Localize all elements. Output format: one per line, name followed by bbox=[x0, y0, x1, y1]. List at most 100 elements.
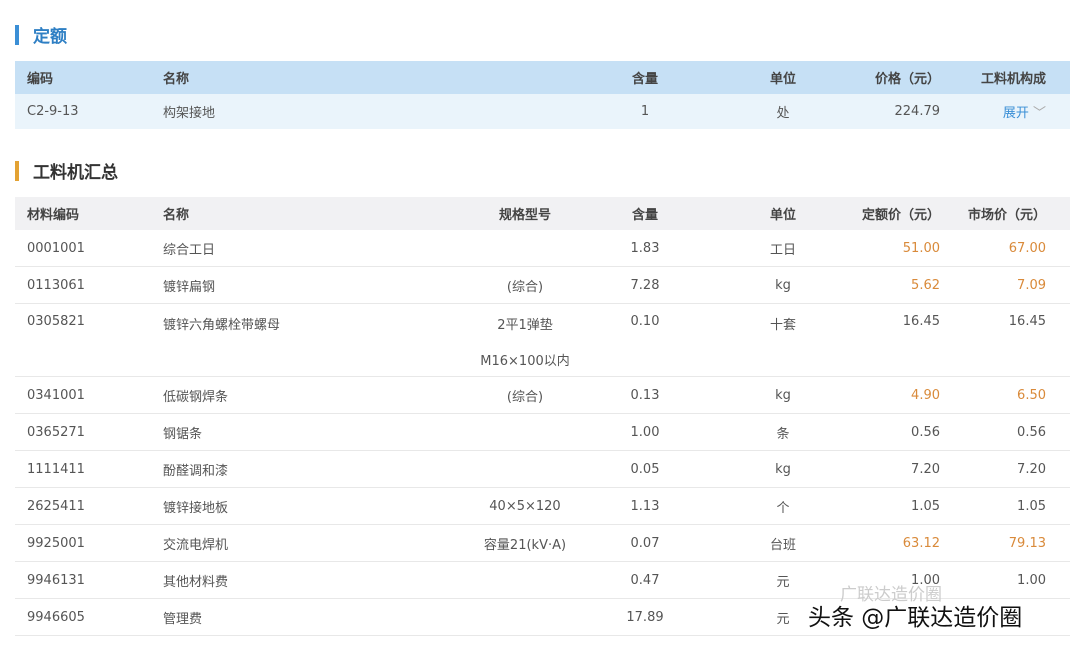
material-qty: 17.89 bbox=[615, 610, 675, 625]
quota-price: 4.90 bbox=[911, 388, 940, 403]
quota-header-row: 编码 名称 含量 单位 价格（元） 工料机构成 bbox=[15, 61, 1070, 94]
material-name: 镀锌六角螺栓带螺母 bbox=[163, 314, 280, 333]
header-name: 名称 bbox=[163, 68, 189, 87]
material-qty: 0.05 bbox=[615, 462, 675, 477]
header-unit: 单位 bbox=[753, 68, 813, 87]
material-code: 2625411 bbox=[27, 499, 85, 514]
header-price: 价格（元） bbox=[875, 68, 940, 87]
table-row: 0001001 综合工日 1.83 工日 51.00 67.00 bbox=[15, 230, 1070, 267]
quota-qty: 1 bbox=[615, 104, 675, 119]
material-code: 0365271 bbox=[27, 425, 85, 440]
material-name: 镀锌接地板 bbox=[163, 497, 228, 516]
quota-price: 7.20 bbox=[911, 462, 940, 477]
material-qty: 7.28 bbox=[615, 278, 675, 293]
quota-price: 5.62 bbox=[911, 278, 940, 293]
quota-price: 1.05 bbox=[911, 499, 940, 514]
material-qty: 1.83 bbox=[615, 241, 675, 256]
material-unit: 工日 bbox=[753, 239, 813, 258]
market-price: 0.56 bbox=[1017, 425, 1046, 440]
expand-label: 展开 bbox=[1003, 106, 1029, 121]
material-code: 9946131 bbox=[27, 573, 85, 588]
material-qty: 1.13 bbox=[615, 499, 675, 514]
material-name: 综合工日 bbox=[163, 239, 215, 258]
summary-table: 材料编码 名称 规格型号 含量 单位 定额价（元） 市场价（元） 0001001… bbox=[15, 197, 1070, 636]
quota-price: 0.56 bbox=[911, 425, 940, 440]
material-unit: kg bbox=[753, 462, 813, 477]
quota-section-title: 定额 bbox=[15, 22, 67, 47]
header-name: 名称 bbox=[163, 204, 189, 223]
market-price: 16.45 bbox=[1009, 314, 1046, 329]
material-spec: 容量21(kV·A) bbox=[435, 534, 615, 553]
summary-section-title: 工料机汇总 bbox=[15, 158, 118, 183]
summary-header-row: 材料编码 名称 规格型号 含量 单位 定额价（元） 市场价（元） bbox=[15, 197, 1070, 230]
material-code: 9946605 bbox=[27, 610, 85, 625]
material-name: 低碳钢焊条 bbox=[163, 386, 228, 405]
quota-price: 63.12 bbox=[903, 536, 940, 551]
material-code: 1111411 bbox=[27, 462, 85, 477]
material-spec: 2平1弹垫 bbox=[435, 314, 615, 333]
quota-table: 编码 名称 含量 单位 价格（元） 工料机构成 C2-9-13 构架接地 1 处… bbox=[15, 61, 1070, 129]
material-spec: (综合) bbox=[435, 276, 615, 295]
material-qty: 1.00 bbox=[615, 425, 675, 440]
chevron-down-icon: ﹀ bbox=[1033, 106, 1046, 121]
quota-price: 224.79 bbox=[895, 104, 941, 119]
material-unit: 元 bbox=[753, 571, 813, 590]
material-name: 管理费 bbox=[163, 608, 202, 627]
header-composition: 工料机构成 bbox=[981, 68, 1046, 87]
material-qty: 0.13 bbox=[615, 388, 675, 403]
material-unit: kg bbox=[753, 278, 813, 293]
table-row: 0305821 镀锌六角螺栓带螺母 2平1弹垫 M16×100以内 0.10 十… bbox=[15, 304, 1070, 377]
market-price: 6.50 bbox=[1017, 388, 1046, 403]
material-spec: 40×5×120 bbox=[435, 499, 615, 514]
expand-button[interactable]: 展开 ﹀ bbox=[1003, 102, 1046, 121]
material-code: 0305821 bbox=[27, 314, 85, 329]
material-name: 钢锯条 bbox=[163, 423, 202, 442]
quota-unit: 处 bbox=[753, 102, 813, 121]
material-unit: kg bbox=[753, 388, 813, 403]
material-code: 0341001 bbox=[27, 388, 85, 403]
material-code: 9925001 bbox=[27, 536, 85, 551]
quota-code: C2-9-13 bbox=[27, 104, 79, 119]
material-name: 酚醛调和漆 bbox=[163, 460, 228, 479]
material-qty: 0.07 bbox=[615, 536, 675, 551]
header-quota-price: 定额价（元） bbox=[862, 204, 940, 223]
market-price: 1.00 bbox=[1017, 573, 1046, 588]
material-qty: 0.10 bbox=[615, 314, 675, 329]
header-qty: 含量 bbox=[615, 68, 675, 87]
quota-name: 构架接地 bbox=[163, 102, 215, 121]
table-row: 0113061 镀锌扁钢 (综合) 7.28 kg 5.62 7.09 bbox=[15, 267, 1070, 304]
material-name: 其他材料费 bbox=[163, 571, 228, 590]
material-qty: 0.47 bbox=[615, 573, 675, 588]
material-unit: 台班 bbox=[753, 534, 813, 553]
material-spec-line2: M16×100以内 bbox=[435, 350, 615, 369]
quota-row: C2-9-13 构架接地 1 处 224.79 展开 ﹀ bbox=[15, 94, 1070, 129]
header-market-price: 市场价（元） bbox=[968, 204, 1046, 223]
material-unit: 十套 bbox=[753, 314, 813, 333]
material-name: 交流电焊机 bbox=[163, 534, 228, 553]
material-unit: 元 bbox=[753, 608, 813, 627]
watermark: 头条 @广联达造价圈 bbox=[808, 598, 1022, 632]
material-unit: 条 bbox=[753, 423, 813, 442]
table-row: 0341001 低碳钢焊条 (综合) 0.13 kg 4.90 6.50 bbox=[15, 377, 1070, 414]
material-code: 0113061 bbox=[27, 278, 85, 293]
header-code: 编码 bbox=[27, 68, 53, 87]
table-row: 0365271 钢锯条 1.00 条 0.56 0.56 bbox=[15, 414, 1070, 451]
material-spec: (综合) bbox=[435, 386, 615, 405]
market-price: 1.05 bbox=[1017, 499, 1046, 514]
header-material-code: 材料编码 bbox=[27, 204, 79, 223]
header-spec: 规格型号 bbox=[435, 204, 615, 223]
table-row: 9925001 交流电焊机 容量21(kV·A) 0.07 台班 63.12 7… bbox=[15, 525, 1070, 562]
material-unit: 个 bbox=[753, 497, 813, 516]
quota-price: 51.00 bbox=[903, 241, 940, 256]
material-name: 镀锌扁钢 bbox=[163, 276, 215, 295]
market-price: 79.13 bbox=[1009, 536, 1046, 551]
market-price: 67.00 bbox=[1009, 241, 1046, 256]
table-row: 1111411 酚醛调和漆 0.05 kg 7.20 7.20 bbox=[15, 451, 1070, 488]
header-qty: 含量 bbox=[615, 204, 675, 223]
header-unit: 单位 bbox=[753, 204, 813, 223]
table-row: 2625411 镀锌接地板 40×5×120 1.13 个 1.05 1.05 bbox=[15, 488, 1070, 525]
market-price: 7.09 bbox=[1017, 278, 1046, 293]
material-code: 0001001 bbox=[27, 241, 85, 256]
quota-price: 16.45 bbox=[903, 314, 940, 329]
market-price: 7.20 bbox=[1017, 462, 1046, 477]
